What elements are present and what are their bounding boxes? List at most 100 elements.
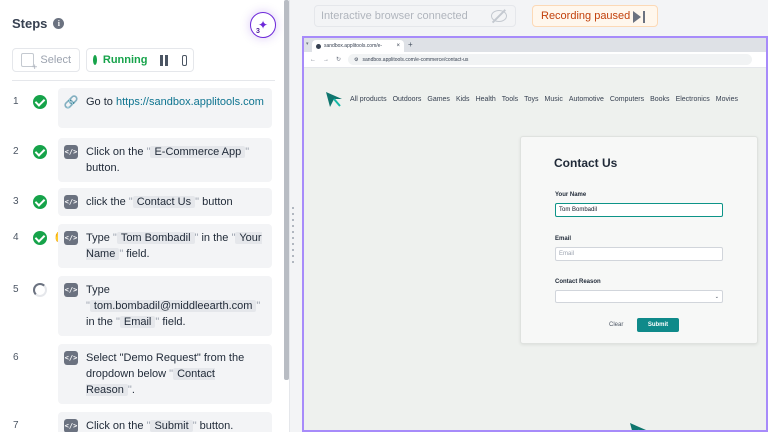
nav-item[interactable]: Toys [524, 96, 538, 103]
nav-item[interactable]: Music [545, 96, 563, 103]
step-number: 2 [13, 146, 19, 157]
step-done-icon [33, 231, 47, 245]
step-done-icon [33, 95, 47, 109]
step-text: field. [123, 248, 150, 260]
step-card[interactable]: </> Click on the " Submit " button. [58, 412, 272, 432]
toolbar-divider [12, 80, 275, 81]
name-label: Your Name [555, 192, 587, 198]
step-target-chip: tom.bombadil@middleearth.com [89, 300, 257, 312]
contact-reason-select[interactable]: ⌄ [555, 290, 723, 303]
nav-item[interactable]: Automotive [569, 96, 604, 103]
nav-item[interactable]: Tools [502, 96, 518, 103]
contact-form-card: Contact Us Your Name Tom Bombadil Email … [520, 136, 758, 344]
step-target-chip: Email [119, 316, 156, 328]
step-card[interactable]: </> Click on the " E-Commerce App " button. [58, 138, 272, 182]
url-field[interactable]: ⚙ sandbox.applitools.com/e-commerce/cont… [348, 54, 752, 65]
panel-resize-handle[interactable] [291, 205, 297, 263]
pause-icon[interactable] [159, 54, 168, 66]
step-number: 1 [13, 96, 19, 107]
name-input[interactable]: Tom Bombadil [555, 203, 723, 217]
interactive-browser-status[interactable]: Interactive browser connected [314, 5, 516, 27]
step-text: Click on the [86, 420, 147, 432]
select-button[interactable]: Select [12, 48, 80, 72]
browser-tab[interactable]: sandbox.applitools.com/e- × [312, 40, 404, 52]
email-placeholder: Email [559, 251, 575, 257]
step-link[interactable]: https://sandbox.applitools.com [116, 96, 264, 108]
forward-icon[interactable]: → [323, 57, 329, 63]
web-page: All products Outdoors Games Kids Health Tools… [304, 69, 766, 432]
stop-icon[interactable] [181, 54, 187, 66]
back-icon[interactable]: ← [310, 57, 316, 63]
step-number: 4 [13, 232, 19, 243]
applitools-logo[interactable] [324, 89, 344, 109]
step-text: . [131, 384, 135, 396]
steps-title: Steps [12, 16, 48, 31]
email-input[interactable]: Email [555, 247, 723, 261]
select-add-icon [21, 53, 38, 72]
site-info-icon: ⚙ [354, 56, 359, 63]
info-icon[interactable]: i [53, 18, 65, 29]
browser-tabbar: ▾ sandbox.applitools.com/e- × + [304, 38, 766, 52]
new-tab-icon[interactable]: + [408, 40, 413, 49]
quote-mark: " [245, 146, 250, 158]
browser-addressbar: ← → ↻ ⚙ sandbox.applitools.com/e-commerc… [304, 52, 766, 68]
run-controls: Running [86, 48, 194, 72]
tab-list-icon[interactable]: ▾ [306, 41, 309, 47]
nav-item[interactable]: All products [350, 96, 387, 103]
url-text: sandbox.applitools.com/e-commerce/contac… [362, 56, 469, 63]
step-target-chip: Tom Bombadil [116, 232, 195, 244]
resume-recording-icon[interactable] [633, 11, 647, 23]
step-text: field. [159, 316, 186, 328]
step-done-icon [33, 195, 47, 209]
step-card[interactable]: </> Type " Tom Bombadil " in the " Your Name… [58, 224, 272, 268]
tab-close-icon[interactable]: × [396, 43, 400, 49]
nav-item[interactable]: Health [476, 96, 496, 103]
nav-item[interactable]: Kids [456, 96, 470, 103]
footer-logo[interactable] [628, 420, 648, 432]
code-icon: </> [64, 283, 78, 297]
recording-status[interactable]: Recording paused [532, 5, 658, 27]
steps-scrollbar[interactable] [284, 0, 289, 380]
ai-badge-count: 3 [256, 28, 260, 35]
step-card[interactable]: 🔗 Go to https://sandbox.applitools.com [58, 88, 272, 128]
step-text: button [199, 196, 233, 208]
code-icon: </> [64, 231, 78, 245]
step-number: 3 [13, 196, 19, 207]
chevron-down-icon: ⌄ [714, 294, 719, 300]
select-label: Select [40, 54, 71, 66]
app-root: Steps i ✦ 3 Select Running 1 🔗 Go to https… [0, 0, 768, 432]
reload-icon[interactable]: ↻ [336, 56, 341, 63]
code-icon: </> [64, 195, 78, 209]
submit-button[interactable]: Submit [637, 318, 679, 332]
remote-browser-frame[interactable]: ▾ sandbox.applitools.com/e- × + ← → ↻ ⚙ … [302, 36, 768, 432]
category-nav: All products Outdoors Games Kids Health Tools… [350, 96, 738, 103]
name-input-value: Tom Bombadil [559, 207, 598, 213]
clear-button[interactable]: Clear [609, 322, 623, 328]
step-number: 5 [13, 284, 19, 295]
nav-item[interactable]: Electronics [676, 96, 710, 103]
browser-status-bar: Interactive browser connected Recording … [298, 0, 768, 34]
email-label: Email [555, 236, 572, 242]
nav-item[interactable]: Books [650, 96, 669, 103]
steps-toolbar: Select Running [12, 48, 194, 72]
step-done-icon [33, 145, 47, 159]
step-card[interactable]: </> Type " tom.bombadil@middleearth.com " i… [58, 276, 272, 336]
nav-item[interactable]: Movies [716, 96, 738, 103]
step-text: Click on the [86, 146, 147, 158]
nav-item[interactable]: Computers [610, 96, 644, 103]
step-number: 6 [13, 352, 19, 363]
steps-header: Steps i [12, 16, 65, 31]
step-text: in the [198, 232, 232, 244]
ai-assistant-button[interactable]: ✦ 3 [250, 12, 276, 38]
step-target-chip: Contact Us [132, 196, 196, 208]
step-card[interactable]: </> click the " Contact Us " button [58, 188, 272, 216]
running-label: Running [102, 54, 148, 66]
step-text: button. [196, 420, 234, 432]
step-text: Select "Demo Request" from the dropdown … [86, 352, 245, 380]
reason-label: Contact Reason [555, 279, 601, 285]
recording-status-label: Recording paused [541, 10, 631, 22]
step-card[interactable]: </> Select "Demo Request" from the dropdo… [58, 344, 272, 404]
nav-item[interactable]: Games [427, 96, 450, 103]
nav-item[interactable]: Outdoors [393, 96, 422, 103]
quote-mark: " [256, 300, 261, 312]
